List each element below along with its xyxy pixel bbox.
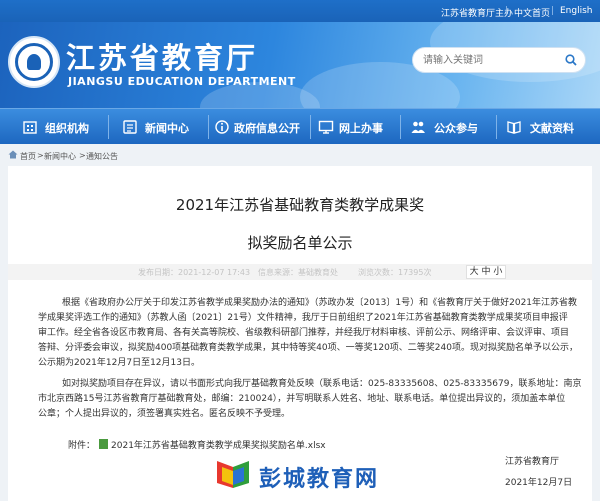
- article-paragraph-1: 根据《省政府办公厅关于印发江苏省教学成果奖励办法的通知》（苏政办发〔2013〕1…: [38, 298, 578, 368]
- article-title-line2: 拟奖励名单公示: [247, 234, 353, 252]
- book-icon: [507, 121, 521, 134]
- breadcrumb-news-center[interactable]: 新闻中心: [44, 151, 76, 162]
- english-link[interactable]: English: [560, 6, 593, 16]
- sponsor-text: 江苏省教育厅主办: [441, 9, 514, 19]
- home-icon: [8, 150, 18, 159]
- article-meta: 发布日期：2021-12-07 17:43 信息来源：基础教育处 浏览次数：17…: [8, 264, 592, 280]
- nav-item-organization[interactable]: 组织机构: [22, 109, 102, 145]
- watermark: 彭城教育网: [213, 455, 393, 495]
- nav-item-online-services[interactable]: 网上办事: [318, 109, 398, 145]
- nav-item-gov-info[interactable]: 政府信息公开: [214, 109, 314, 145]
- building-icon: [23, 121, 37, 134]
- info-source: 信息来源：基础教育处: [258, 268, 338, 277]
- signature-org: 江苏省教育厅: [505, 457, 560, 467]
- top-bar: 江苏省教育厅主办 | 中文首页 | English: [0, 0, 600, 22]
- monitor-icon: [318, 120, 334, 134]
- excel-file-icon: [99, 439, 109, 449]
- publish-date: 发布日期：2021-12-07 17:43: [138, 268, 251, 277]
- nav-item-public-participation[interactable]: 公众参与: [410, 109, 490, 145]
- breadcrumb-announcements[interactable]: 通知公告: [86, 151, 118, 162]
- font-size-switcher[interactable]: 大 中 小: [466, 265, 506, 279]
- article-paragraph-2: 如对拟奖励项目存在异议，请以书面形式向我厅基础教育处反映（联系电话：025-83…: [38, 379, 582, 419]
- people-icon: [411, 121, 425, 133]
- nav-item-news[interactable]: 新闻中心: [122, 109, 202, 145]
- breadcrumb-home[interactable]: 首页: [20, 151, 36, 162]
- view-count: 浏览次数：17395次: [358, 268, 432, 277]
- newspaper-icon: [123, 120, 137, 134]
- nav-item-documents[interactable]: 文献资料: [506, 109, 586, 145]
- book-logo-icon: [217, 461, 249, 488]
- attachment: 附件： 2021年江苏省基础教育类教学成果奖拟奖励名单.xlsx: [68, 439, 326, 451]
- attachment-link[interactable]: 2021年江苏省基础教育类教学成果奖拟奖励名单.xlsx: [111, 441, 326, 451]
- watermark-text: 彭城教育网: [259, 467, 380, 492]
- site-logo[interactable]: [8, 36, 60, 88]
- article-title: 2021年江苏省基础教育类教学成果奖: [175, 196, 425, 214]
- info-icon: [215, 120, 229, 134]
- search-icon[interactable]: [565, 54, 577, 66]
- signature-date: 2021年12月7日: [505, 478, 573, 488]
- site-header: 江苏省教育厅 JIANGSU EDUCATION DEPARTMENT: [0, 22, 600, 108]
- article-panel: 2021年江苏省基础教育类教学成果奖 拟奖励名单公示 发布日期：2021-12-…: [8, 166, 592, 501]
- chinese-home-link[interactable]: 中文首页: [514, 6, 550, 19]
- site-title[interactable]: 江苏省教育厅: [66, 35, 258, 77]
- search-box: [412, 47, 586, 73]
- search-input[interactable]: [423, 52, 553, 69]
- site-subtitle: JIANGSU EDUCATION DEPARTMENT: [68, 75, 296, 88]
- main-nav: 组织机构 新闻中心 政府信息公开 网上办事 公众参与 文献资料: [0, 108, 600, 144]
